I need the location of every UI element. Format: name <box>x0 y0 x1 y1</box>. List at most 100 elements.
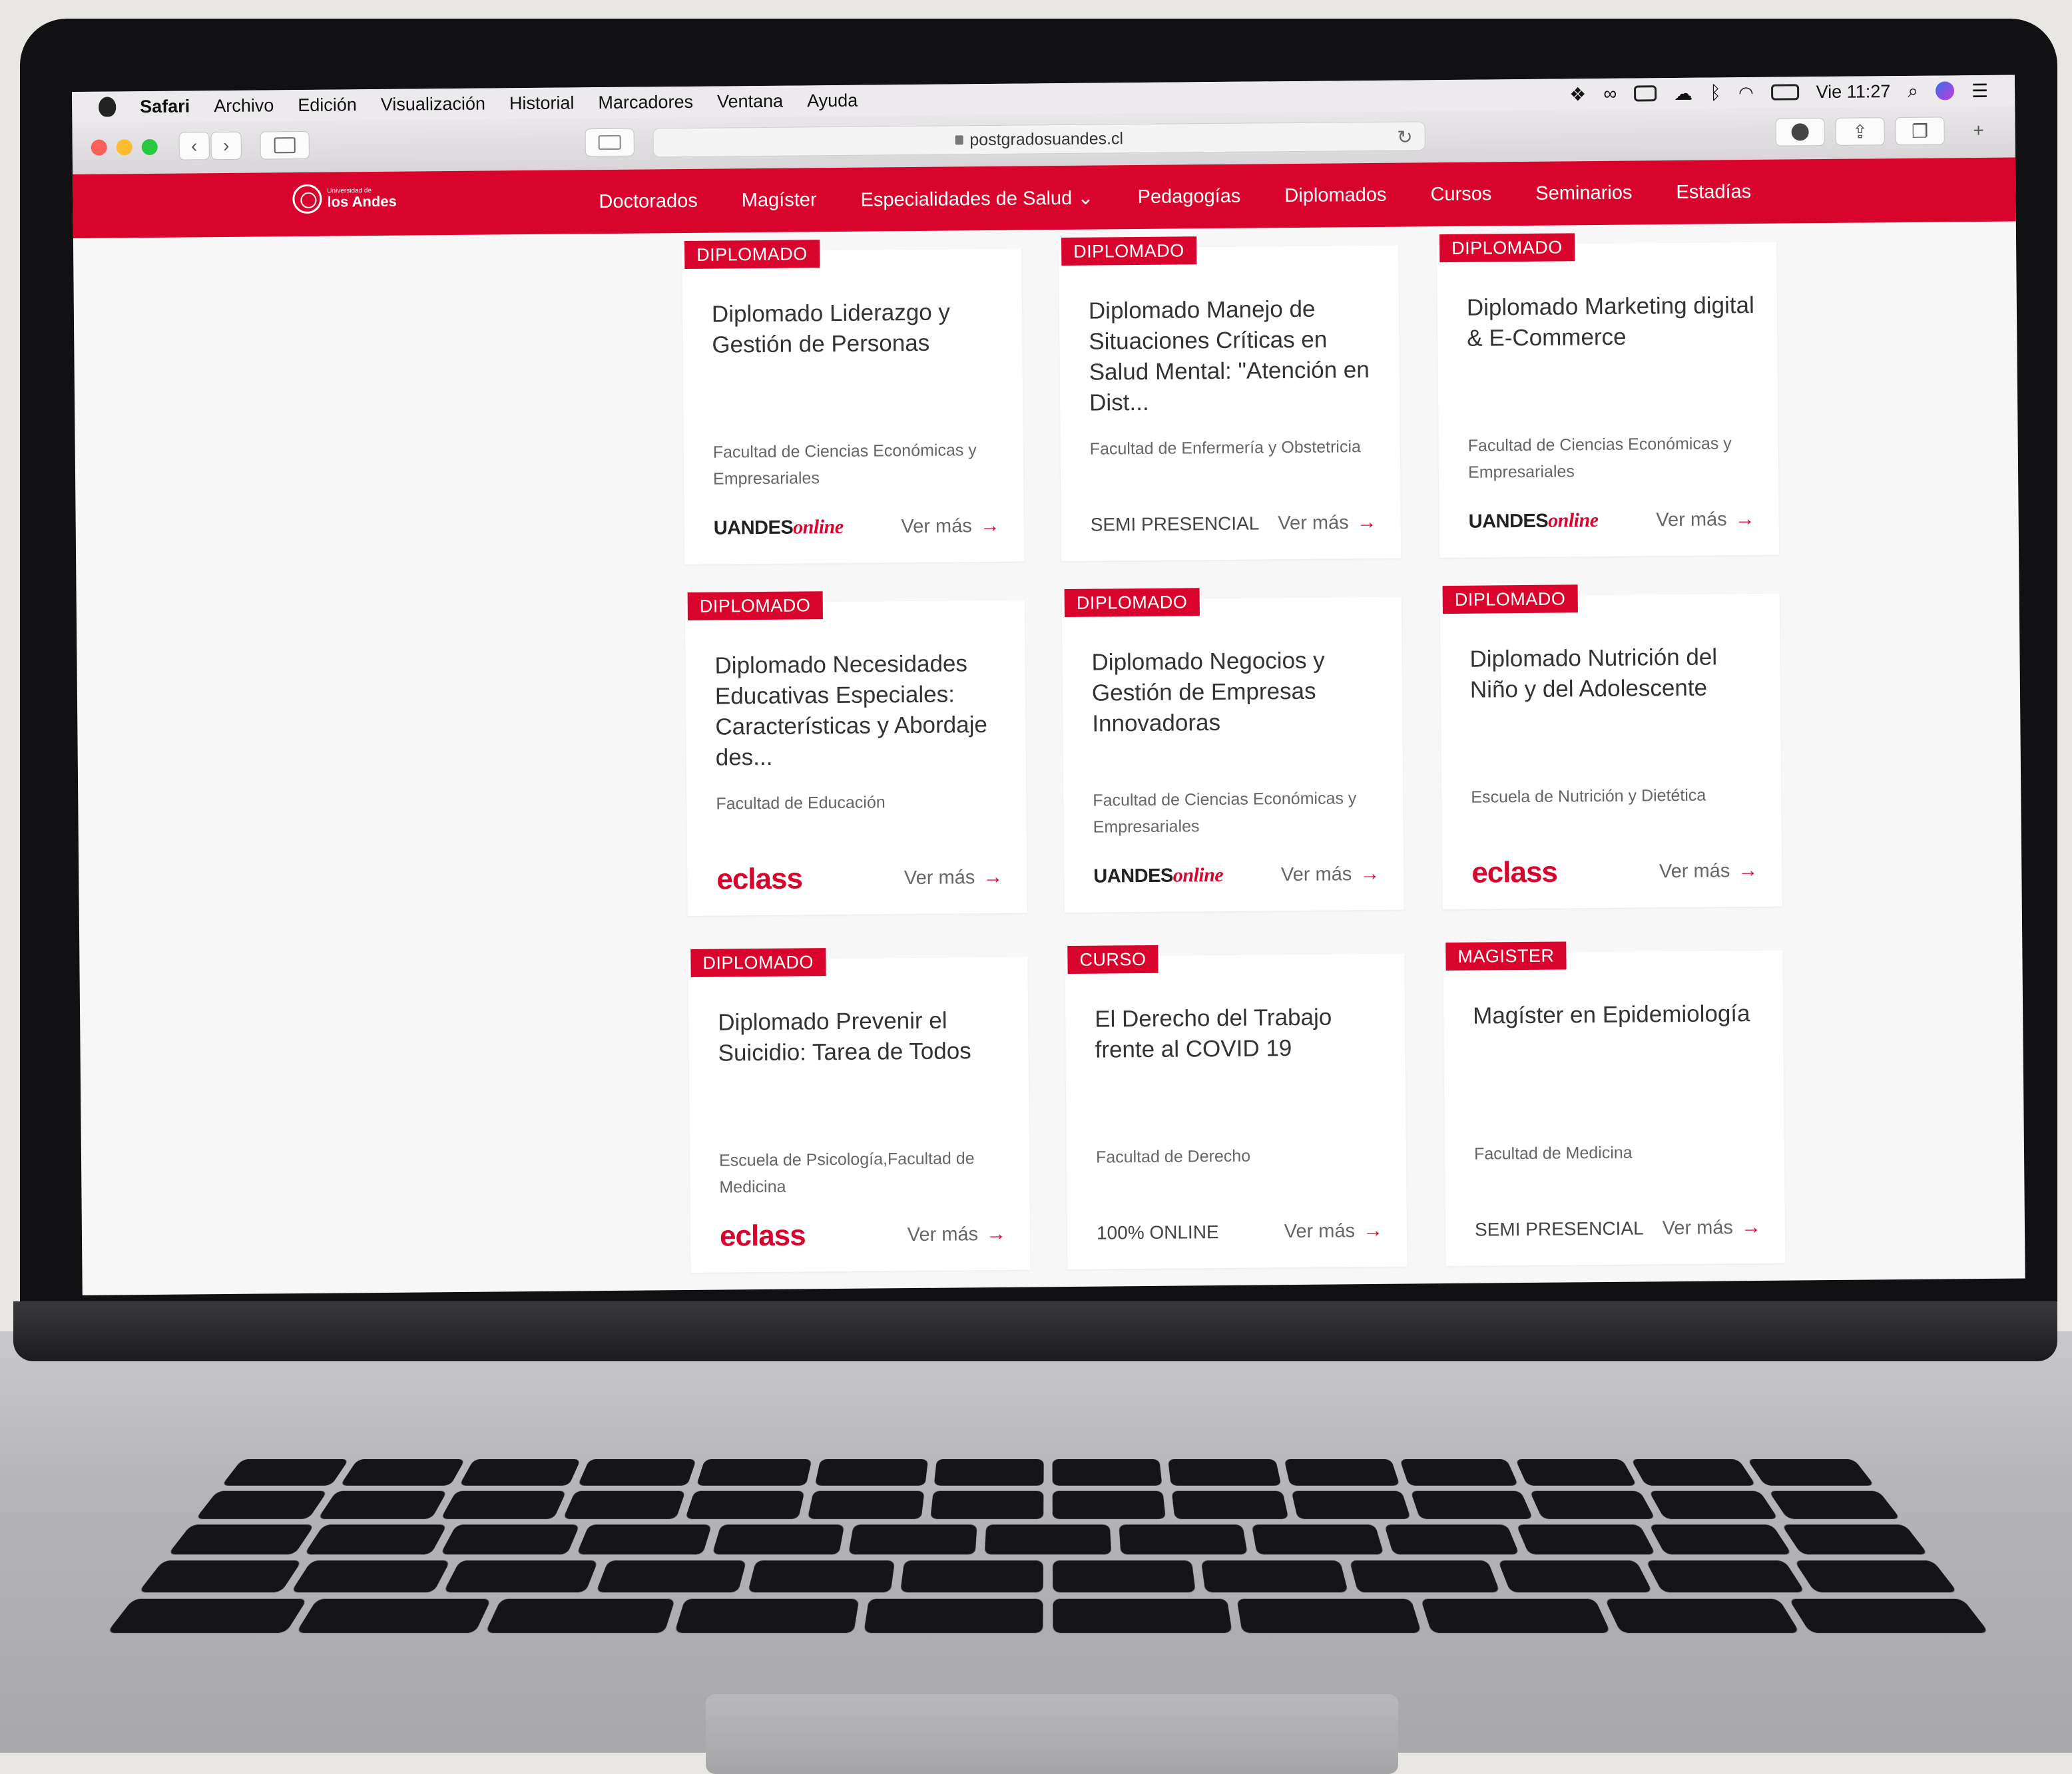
menu-visualizacion[interactable]: Visualización <box>381 93 485 114</box>
ver-mas-link[interactable]: Ver más → <box>907 1223 1007 1246</box>
nav-doctorados[interactable]: Doctorados <box>599 190 698 212</box>
nav-cursos[interactable]: Cursos <box>1430 183 1491 206</box>
menu-marcadores[interactable]: Marcadores <box>598 91 693 112</box>
keyboard-key <box>595 1560 746 1592</box>
siri-icon[interactable] <box>1936 81 1954 100</box>
nav-especialidades-salud[interactable]: Especialidades de Salud ⌄ <box>860 186 1093 211</box>
back-button[interactable]: ‹ <box>179 132 210 160</box>
nav-diplomados[interactable]: Diplomados <box>1284 184 1386 206</box>
program-card[interactable]: DIPLOMADO Diplomado Prevenir el Suicidio… <box>688 957 1030 1273</box>
keyboard-key <box>848 1524 977 1554</box>
ver-mas-label: Ver más <box>901 515 972 538</box>
nav-estadias[interactable]: Estadías <box>1676 180 1751 203</box>
keyboard-key <box>1201 1560 1348 1592</box>
close-window-button[interactable] <box>91 140 107 156</box>
share-button[interactable]: ⇪ <box>1835 117 1884 146</box>
university-logo[interactable]: Universidad de los Andes <box>292 184 397 214</box>
keyboard-key <box>1291 1491 1411 1519</box>
share-icon: ⇪ <box>1852 120 1868 142</box>
keyboard-key <box>808 1491 924 1519</box>
cloud-icon[interactable]: ☁ <box>1674 82 1692 104</box>
program-title[interactable]: Diplomado Prevenir el Suicidio: Tarea de… <box>718 1005 1011 1069</box>
card-footer: SEMI PRESENCIAL Ver más → <box>1475 1214 1761 1243</box>
bluetooth-icon[interactable]: ᛒ <box>1710 82 1721 103</box>
ver-mas-link[interactable]: Ver más → <box>1284 1220 1383 1243</box>
creative-cloud-icon[interactable]: ∞ <box>1603 83 1617 105</box>
program-title[interactable]: Diplomado Liderazgo y Gestión de Persona… <box>712 297 1005 361</box>
spotlight-search-icon[interactable]: ⌕ <box>1908 80 1918 102</box>
clock[interactable]: Vie 11:27 <box>1816 81 1891 103</box>
program-card[interactable]: DIPLOMADO Diplomado Negocios y Gestión d… <box>1062 597 1404 913</box>
keyboard-key <box>440 1491 566 1519</box>
arrow-right-icon: → <box>983 866 1003 889</box>
dropbox-icon[interactable]: ❖ <box>1569 83 1586 105</box>
reader-button[interactable] <box>585 128 635 157</box>
program-card[interactable]: DIPLOMADO Diplomado Necesidades Educativ… <box>685 600 1027 916</box>
wifi-icon[interactable]: ◠ <box>1738 82 1754 103</box>
keyboard-key <box>304 1524 447 1554</box>
program-card[interactable]: DIPLOMADO Diplomado Liderazgo y Gestión … <box>682 249 1024 564</box>
tabs-overview-button[interactable]: ❐ <box>1895 116 1944 145</box>
program-card[interactable]: DIPLOMADO Diplomado Nutrición del Niño y… <box>1440 594 1782 909</box>
program-title[interactable]: Diplomado Marketing digital & E-Commerce <box>1467 290 1760 354</box>
keyboard-key <box>1631 1459 1756 1486</box>
sidebar-toggle-button[interactable] <box>260 131 310 160</box>
keyboard-key <box>674 1599 860 1633</box>
menu-historial[interactable]: Historial <box>509 93 575 114</box>
ver-mas-link[interactable]: Ver más → <box>901 515 1000 538</box>
downloads-button[interactable] <box>1775 118 1824 146</box>
ver-mas-link[interactable]: Ver más → <box>1659 859 1758 883</box>
arrow-right-icon: → <box>1357 511 1377 534</box>
keyboard-key <box>138 1560 302 1592</box>
menu-ventana[interactable]: Ventana <box>717 91 783 112</box>
ver-mas-link[interactable]: Ver más → <box>1281 863 1380 886</box>
program-title[interactable]: Diplomado Manejo de Situaciones Críticas… <box>1089 294 1383 419</box>
modality-label: SEMI PRESENCIAL <box>1091 513 1260 535</box>
menu-ayuda[interactable]: Ayuda <box>807 90 858 111</box>
plus-icon: + <box>1973 120 1984 141</box>
status-area: ❖ ∞ ☁ ᛒ ◠ Vie 11:27 ⌕ ☰ <box>1569 75 1988 109</box>
new-tab-button[interactable]: + <box>1961 116 1995 144</box>
menu-app-name[interactable]: Safari <box>140 96 190 117</box>
keyboard-key <box>1517 1524 1657 1554</box>
program-title[interactable]: Magíster en Epidemiología <box>1473 998 1766 1032</box>
program-card[interactable]: DIPLOMADO Diplomado Manejo de Situacione… <box>1059 246 1401 561</box>
card-footer: eclass Ver más → <box>1471 857 1758 887</box>
arrow-right-icon: → <box>980 515 1000 537</box>
ver-mas-link[interactable]: Ver más → <box>1662 1216 1761 1239</box>
ver-mas-link[interactable]: Ver más → <box>1656 508 1755 531</box>
ver-mas-label: Ver más <box>1662 1217 1733 1239</box>
battery-icon[interactable] <box>1771 84 1799 100</box>
notification-center-icon[interactable]: ☰ <box>1971 79 1988 101</box>
ver-mas-link[interactable]: Ver más → <box>904 866 1003 889</box>
program-card[interactable]: MAGISTER Magíster en Epidemiología Facul… <box>1443 951 1785 1266</box>
card-footer: UANDESonline Ver más → <box>714 513 1000 542</box>
menu-edicion[interactable]: Edición <box>298 95 357 116</box>
nav-magister[interactable]: Magíster <box>742 189 817 212</box>
program-title[interactable]: Diplomado Necesidades Educativas Especia… <box>714 648 1009 774</box>
program-title[interactable]: Diplomado Nutrición del Niño y del Adole… <box>1469 642 1763 706</box>
program-card[interactable]: DIPLOMADO Diplomado Marketing digital & … <box>1437 242 1779 558</box>
keyboard-key <box>696 1459 812 1486</box>
apple-logo-icon[interactable] <box>99 97 116 116</box>
program-title[interactable]: El Derecho del Trabajo frente al COVID 1… <box>1095 1002 1388 1066</box>
keyboard-key <box>1053 1560 1196 1592</box>
minimize-window-button[interactable] <box>117 139 132 155</box>
address-bar[interactable]: postgradosuandes.cl ↻ <box>653 121 1425 157</box>
keyboard-key <box>1747 1459 1875 1486</box>
menu-archivo[interactable]: Archivo <box>214 95 274 116</box>
program-card[interactable]: CURSO El Derecho del Trabajo frente al C… <box>1065 954 1407 1269</box>
eclass-logo: eclass <box>720 1219 806 1253</box>
reload-icon[interactable]: ↻ <box>1397 126 1413 148</box>
zoom-window-button[interactable] <box>142 139 158 155</box>
keyboard-key <box>1053 1491 1166 1519</box>
forward-button[interactable]: › <box>211 132 242 160</box>
keyboard-key <box>1410 1491 1533 1519</box>
program-title[interactable]: Diplomado Negocios y Gestión de Empresas… <box>1091 645 1385 740</box>
keyboard-key <box>1053 1459 1163 1486</box>
ver-mas-link[interactable]: Ver más → <box>1278 511 1377 535</box>
display-icon[interactable] <box>1634 85 1657 101</box>
nav-pedagogias[interactable]: Pedagogías <box>1137 185 1240 208</box>
keyboard-key <box>1236 1599 1421 1633</box>
nav-seminarios[interactable]: Seminarios <box>1535 182 1632 204</box>
